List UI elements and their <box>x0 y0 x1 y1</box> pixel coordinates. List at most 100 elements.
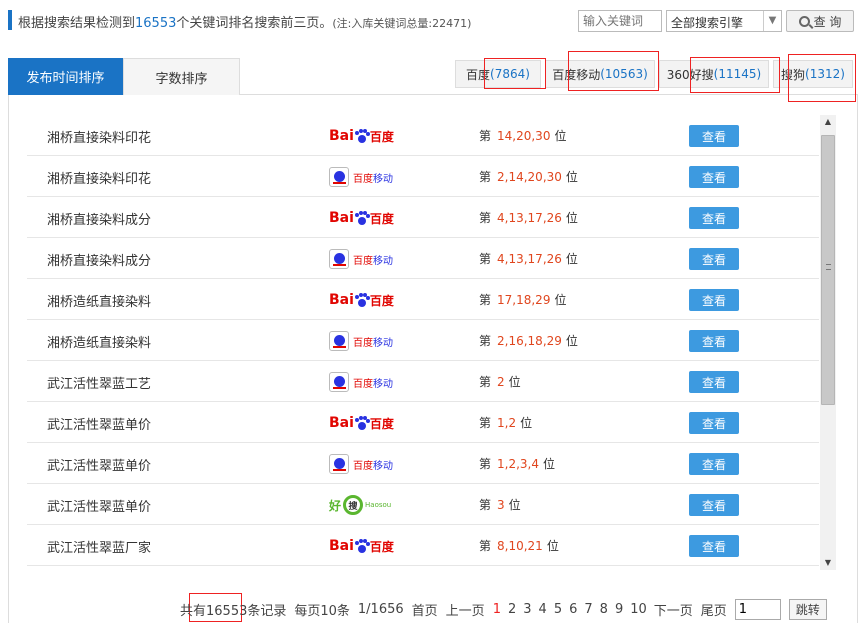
tab-engine-baidu[interactable]: 百度 (7864) <box>455 60 541 88</box>
page-number[interactable]: 7 <box>584 602 592 617</box>
keyword-text: 武江活性翠蓝工艺 <box>47 377 152 392</box>
view-button[interactable]: 查看 <box>689 289 739 311</box>
list-item: 武江活性翠蓝工艺 百度移动 第 2 位 查看 <box>27 361 819 402</box>
page-number[interactable]: 10 <box>630 602 647 617</box>
keyword-text: 湘桥直接染料成分 <box>47 254 152 269</box>
tab-sort-by-length[interactable]: 字数排序 <box>123 58 240 95</box>
page-number[interactable]: 4 <box>539 602 547 617</box>
logo-text: 好 <box>329 498 342 513</box>
view-button[interactable]: 查看 <box>689 371 739 393</box>
engine-tab-name: 360好搜 <box>666 67 714 82</box>
engine-logo: Bai 百度 <box>329 288 394 312</box>
keyword-text: 武江活性翠蓝单价 <box>47 500 152 515</box>
rank-positions: 4,13,17,26 <box>497 252 562 266</box>
tab-engine-sogou[interactable]: 搜狗 (1312) <box>773 60 853 88</box>
paw-icon <box>329 454 349 474</box>
list-item: 湘桥直接染料成分 百度移动 第 4,13,17,26 位 查看 <box>27 238 819 279</box>
engine-select[interactable]: 全部搜索引擎 ▼ <box>666 10 782 32</box>
jump-page-input[interactable] <box>734 598 781 620</box>
page-number[interactable]: 5 <box>554 602 562 617</box>
view-button[interactable]: 查看 <box>689 166 739 188</box>
list-item: 湘桥造纸直接染料 Bai 百度 第 17,18,29 位 查看 <box>27 279 819 320</box>
rank-positions: 2 <box>497 375 505 389</box>
logo-text: Bai <box>329 292 354 308</box>
paw-icon <box>354 293 370 307</box>
jump-button[interactable]: 跳转 <box>788 598 827 620</box>
logo-text: 百度 <box>369 416 394 431</box>
tab-sort-by-time[interactable]: 发布时间排序 <box>8 58 123 95</box>
tab-engine-baidu-mobile[interactable]: 百度移动 (10563) <box>545 60 655 88</box>
search-button[interactable]: 查 询 <box>786 10 854 32</box>
rank-prefix: 第 <box>479 252 492 266</box>
pager-total: 共有16553条记录 <box>180 603 287 619</box>
view-button[interactable]: 查看 <box>689 412 739 434</box>
list-item: 武江活性翠蓝厂家 Bai 百度 第 8,10,21 位 查看 <box>27 525 819 566</box>
rank-suffix: 位 <box>565 211 578 225</box>
rank-text: 第 14,20,30 位 <box>479 127 566 144</box>
engine-tab-name: 百度移动 <box>552 67 601 82</box>
page-number[interactable]: 9 <box>615 602 623 617</box>
paw-icon <box>354 211 370 225</box>
pager-per-page: 每页10条 <box>294 603 350 619</box>
view-button[interactable]: 查看 <box>689 453 739 475</box>
page-number[interactable]: 6 <box>569 602 577 617</box>
engine-logo: 百度移动 <box>329 247 393 271</box>
scroll-down-icon[interactable]: ▼ <box>820 556 836 570</box>
rank-positions: 3 <box>497 498 505 512</box>
list-item: 武江活性翠蓝单价 百度移动 第 1,2,3,4 位 查看 <box>27 443 819 484</box>
view-button[interactable]: 查看 <box>689 207 739 229</box>
rank-positions: 14,20,30 <box>497 129 551 143</box>
search-button-label: 查 询 <box>813 14 842 29</box>
page-number[interactable]: 2 <box>508 602 516 617</box>
scrollbar-thumb[interactable] <box>821 135 835 405</box>
rank-suffix: 位 <box>546 539 559 553</box>
engine-logo: 百度移动 <box>329 329 393 353</box>
list-item: 武江活性翠蓝单价 好搜 Haosou 第 3 位 查看 <box>27 484 819 525</box>
rank-suffix: 位 <box>565 170 578 184</box>
keyword-text: 湘桥造纸直接染料 <box>47 295 152 310</box>
tab-engine-360[interactable]: 360好搜 (11145) <box>659 60 769 88</box>
pager-prev[interactable]: 上一页 <box>446 600 485 619</box>
paw-icon <box>354 416 370 430</box>
logo-text: 移动 <box>373 460 393 472</box>
rank-prefix: 第 <box>479 129 492 143</box>
keyword-text: 湘桥直接染料成分 <box>47 213 152 228</box>
engine-logo: 百度移动 <box>329 370 393 394</box>
rank-positions: 1,2,3,4 <box>497 457 539 471</box>
pager-last[interactable]: 尾页 <box>701 600 727 619</box>
list-item: 武江活性翠蓝单价 Bai 百度 第 1,2 位 查看 <box>27 402 819 443</box>
scroll-up-icon[interactable]: ▲ <box>820 115 836 129</box>
logo-text: 百度 <box>369 211 394 226</box>
scrollbar[interactable]: ▲ ▼ <box>820 115 836 570</box>
paw-icon <box>329 167 349 187</box>
page-number[interactable]: 1 <box>493 602 501 617</box>
total-count: 16553 <box>135 16 177 31</box>
page-number[interactable]: 3 <box>523 602 531 617</box>
keyword-text: 湘桥直接染料印花 <box>47 131 152 146</box>
chevron-down-icon[interactable]: ▼ <box>763 11 781 31</box>
keyword-input[interactable] <box>578 10 662 32</box>
view-button[interactable]: 查看 <box>689 125 739 147</box>
pager-next[interactable]: 下一页 <box>654 600 693 619</box>
rank-positions: 8,10,21 <box>497 539 543 553</box>
paw-icon <box>329 372 349 392</box>
pager-first[interactable]: 首页 <box>412 600 438 619</box>
rank-positions: 4,13,17,26 <box>497 211 562 225</box>
engine-tab-count: (10563) <box>600 67 648 81</box>
baidu-logo-icon: Bai 百度 <box>329 128 394 145</box>
view-button[interactable]: 查看 <box>689 494 739 516</box>
search-icon <box>798 15 810 27</box>
summary-bar: 根据搜索结果检测到16553个关键词排名搜索前三页。(注:入库关键词总量:224… <box>8 8 854 34</box>
engine-tab-count: (7864) <box>490 67 530 81</box>
page-number[interactable]: 8 <box>600 602 608 617</box>
rank-suffix: 位 <box>565 334 578 348</box>
view-button[interactable]: 查看 <box>689 248 739 270</box>
rank-text: 第 8,10,21 位 <box>479 537 559 554</box>
logo-text: 百度 <box>353 337 373 349</box>
page-numbers: 1 2 3 4 5 6 7 8 9 10 <box>493 602 654 617</box>
view-button[interactable]: 查看 <box>689 330 739 352</box>
summary-suffix: 个关键词排名搜索前三页。 <box>176 16 333 31</box>
summary-prefix: 根据搜索结果检测到 <box>18 16 136 31</box>
rank-text: 第 4,13,17,26 位 <box>479 209 578 226</box>
view-button[interactable]: 查看 <box>689 535 739 557</box>
